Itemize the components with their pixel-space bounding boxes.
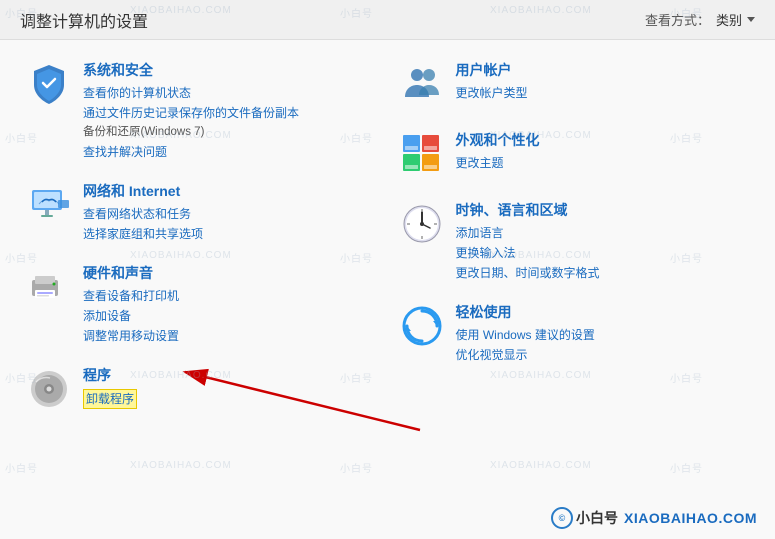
clock-icon xyxy=(398,200,446,248)
left-column: 系统和安全 查看你的计算机状态 通过文件历史记录保存你的文件备份副本 备份和还原… xyxy=(15,50,388,425)
view-label: 查看方式： xyxy=(645,10,710,29)
hardware-title[interactable]: 硬件和声音 xyxy=(83,263,179,283)
hardware-icon xyxy=(25,263,73,311)
clock-language-link3[interactable]: 更改日期、时间或数字格式 xyxy=(456,264,600,282)
user-accounts-text: 用户帐户 更改帐户类型 xyxy=(456,60,528,102)
network-link1[interactable]: 查看网络状态和任务 xyxy=(83,205,203,223)
section-ease-access: 轻松使用 使用 Windows 建议的设置 优化视觉显示 xyxy=(388,292,761,374)
hardware-link3[interactable]: 调整常用移动设置 xyxy=(83,327,179,345)
section-clock-language: 时钟、语言和区域 添加语言 更换输入法 更改日期、时间或数字格式 xyxy=(388,190,761,292)
brand-name: 小白号 xyxy=(576,508,618,528)
programs-text: 程序 卸载程序 xyxy=(83,365,137,409)
user-accounts-title[interactable]: 用户帐户 xyxy=(456,60,528,80)
brand-domain: XIAOBAIHAO.COM xyxy=(624,510,757,526)
users-icon xyxy=(398,60,446,108)
system-security-link1[interactable]: 查看你的计算机状态 xyxy=(83,84,299,102)
user-accounts-link1[interactable]: 更改帐户类型 xyxy=(456,84,528,102)
network-title[interactable]: 网络和 Internet xyxy=(83,181,203,201)
clock-language-link1[interactable]: 添加语言 xyxy=(456,224,600,242)
shield-icon xyxy=(25,60,73,108)
control-panel: 小白号 XIAOBAIHAO.COM 小白号 XIAOBAIHAO.COM 小白… xyxy=(0,0,775,539)
chevron-down-icon xyxy=(747,17,755,22)
ease-access-text: 轻松使用 使用 Windows 建议的设置 优化视觉显示 xyxy=(456,302,595,364)
clock-language-title[interactable]: 时钟、语言和区域 xyxy=(456,200,600,220)
network-text: 网络和 Internet 查看网络状态和任务 选择家庭组和共享选项 xyxy=(83,181,203,243)
header: 调整计算机的设置 查看方式： 类别 xyxy=(0,0,775,40)
section-appearance: 外观和个性化 更改主题 xyxy=(388,120,761,190)
section-user-accounts: 用户帐户 更改帐户类型 xyxy=(388,50,761,120)
sections-grid: 系统和安全 查看你的计算机状态 通过文件历史记录保存你的文件备份副本 备份和还原… xyxy=(0,40,775,435)
bottom-branding: © 小白号 XIAOBAIHAO.COM xyxy=(551,507,757,529)
section-programs: 程序 卸载程序 xyxy=(15,355,388,425)
view-mode-selector[interactable]: 类别 xyxy=(716,10,755,29)
page-title: 调整计算机的设置 xyxy=(20,8,148,32)
hardware-link2[interactable]: 添加设备 xyxy=(83,307,179,325)
ease-icon xyxy=(398,302,446,350)
system-security-link2[interactable]: 通过文件历史记录保存你的文件备份副本 xyxy=(83,104,299,122)
network-link2[interactable]: 选择家庭组和共享选项 xyxy=(83,225,203,243)
view-options: 查看方式： 类别 xyxy=(645,10,755,29)
ease-access-link1[interactable]: 使用 Windows 建议的设置 xyxy=(456,326,595,344)
programs-icon xyxy=(25,365,73,413)
section-system-security: 系统和安全 查看你的计算机状态 通过文件历史记录保存你的文件备份副本 备份和还原… xyxy=(15,50,388,171)
appearance-icon xyxy=(398,130,446,178)
view-mode-text: 类别 xyxy=(716,10,742,29)
appearance-text: 外观和个性化 更改主题 xyxy=(456,130,540,172)
system-security-title[interactable]: 系统和安全 xyxy=(83,60,299,80)
clock-language-link2[interactable]: 更换输入法 xyxy=(456,244,600,262)
ease-access-link2[interactable]: 优化视觉显示 xyxy=(456,346,595,364)
appearance-title[interactable]: 外观和个性化 xyxy=(456,130,540,150)
hardware-text: 硬件和声音 查看设备和打印机 添加设备 调整常用移动设置 xyxy=(83,263,179,345)
appearance-link1[interactable]: 更改主题 xyxy=(456,154,540,172)
clock-language-text: 时钟、语言和区域 添加语言 更换输入法 更改日期、时间或数字格式 xyxy=(456,200,600,282)
right-column: 用户帐户 更改帐户类型 xyxy=(388,50,761,425)
system-security-link3[interactable]: 查找并解决问题 xyxy=(83,143,299,161)
section-hardware: 硬件和声音 查看设备和打印机 添加设备 调整常用移动设置 xyxy=(15,253,388,355)
uninstall-link[interactable]: 卸载程序 xyxy=(83,389,137,409)
ease-access-title[interactable]: 轻松使用 xyxy=(456,302,595,322)
system-security-desc: 备份和还原(Windows 7) xyxy=(83,124,299,141)
hardware-link1[interactable]: 查看设备和打印机 xyxy=(83,287,179,305)
network-icon xyxy=(25,181,73,229)
brand-logo: © 小白号 xyxy=(551,507,618,529)
programs-title[interactable]: 程序 xyxy=(83,365,137,385)
brand-circle-icon: © xyxy=(551,507,573,529)
section-network: 网络和 Internet 查看网络状态和任务 选择家庭组和共享选项 xyxy=(15,171,388,253)
system-security-text: 系统和安全 查看你的计算机状态 通过文件历史记录保存你的文件备份副本 备份和还原… xyxy=(83,60,299,161)
